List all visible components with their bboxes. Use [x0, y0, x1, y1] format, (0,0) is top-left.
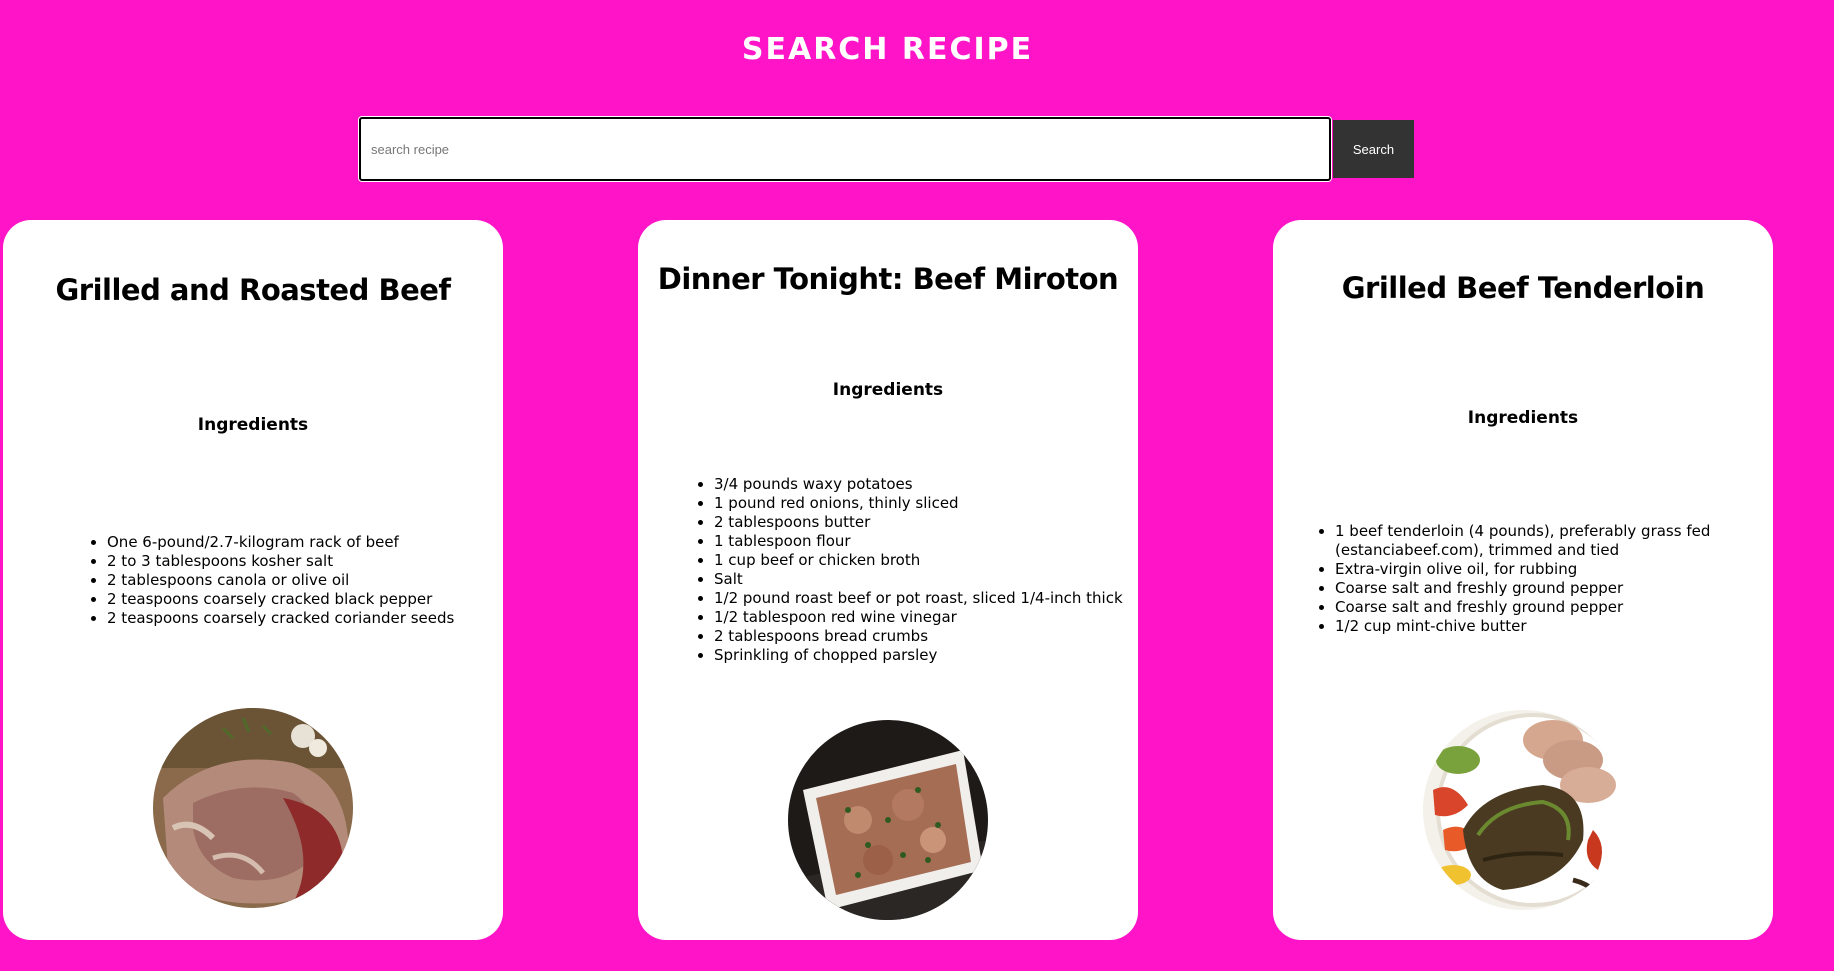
- list-item: 3/4 pounds waxy potatoes: [714, 475, 1144, 494]
- search-bar: Search: [359, 116, 1414, 182]
- list-item: 2 tablespoons bread crumbs: [714, 627, 1144, 646]
- ingredients-heading: Ingredients: [832, 380, 944, 400]
- beef-miroton-photo: [788, 720, 988, 920]
- ingredients-heading: Ingredients: [197, 415, 309, 435]
- ingredients-heading: Ingredients: [1467, 408, 1579, 428]
- search-input[interactable]: [359, 117, 1331, 181]
- list-item: 2 to 3 tablespoons kosher salt: [107, 552, 507, 571]
- list-item: 2 tablespoons canola or olive oil: [107, 571, 507, 590]
- recipe-title: Grilled and Roasted Beef: [55, 273, 451, 307]
- list-item: 1 beef tenderloin (4 pounds), preferably…: [1335, 522, 1715, 560]
- list-item: 2 teaspoons coarsely cracked black peppe…: [107, 590, 507, 609]
- list-item: 1 cup beef or chicken broth: [714, 551, 1144, 570]
- list-item: 1/2 cup mint-chive butter: [1335, 617, 1715, 636]
- recipe-card: Grilled and Roasted Beef Ingredients One…: [3, 220, 503, 940]
- list-item: Salt: [714, 570, 1144, 589]
- beef-tenderloin-photo: [1423, 710, 1623, 910]
- list-item: Extra-virgin olive oil, for rubbing: [1335, 560, 1715, 579]
- list-item: 2 teaspoons coarsely cracked coriander s…: [107, 609, 507, 628]
- list-item: 1 tablespoon flour: [714, 532, 1144, 551]
- list-item: 2 tablespoons butter: [714, 513, 1144, 532]
- ingredients-list: 1 beef tenderloin (4 pounds), preferably…: [1313, 522, 1715, 636]
- page-title: SEARCH RECIPE: [741, 32, 1034, 67]
- ingredients-list: 3/4 pounds waxy potatoes 1 pound red oni…: [692, 475, 1144, 665]
- list-item: Coarse salt and freshly ground pepper: [1335, 579, 1715, 598]
- list-item: 1/2 tablespoon red wine vinegar: [714, 608, 1144, 627]
- recipe-card: Grilled Beef Tenderloin Ingredients 1 be…: [1273, 220, 1773, 940]
- recipe-title: Dinner Tonight: Beef Miroton: [657, 262, 1119, 296]
- recipe-title: Grilled Beef Tenderloin: [1341, 271, 1705, 305]
- list-item: Coarse salt and freshly ground pepper: [1335, 598, 1715, 617]
- list-item: 1/2 pound roast beef or pot roast, slice…: [714, 589, 1144, 608]
- ingredients-list: One 6-pound/2.7-kilogram rack of beef 2 …: [85, 533, 507, 628]
- roast-beef-photo: [153, 708, 353, 908]
- list-item: One 6-pound/2.7-kilogram rack of beef: [107, 533, 507, 552]
- list-item: Sprinkling of chopped parsley: [714, 646, 1144, 665]
- search-button[interactable]: Search: [1333, 120, 1414, 178]
- list-item: 1 pound red onions, thinly sliced: [714, 494, 1144, 513]
- recipe-card: Dinner Tonight: Beef Miroton Ingredients…: [638, 220, 1138, 940]
